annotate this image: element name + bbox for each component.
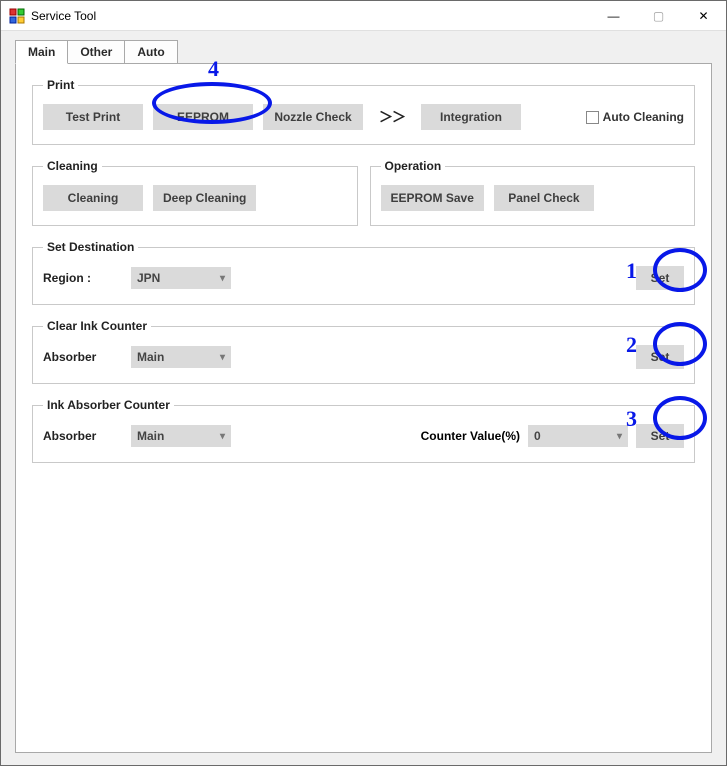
clear-ink-absorber-value: Main <box>137 350 164 364</box>
group-clear-ink-counter: Clear Ink Counter Absorber Main ▾ Set <box>32 319 695 384</box>
region-select[interactable]: JPN ▾ <box>131 267 231 289</box>
clear-ink-set-button[interactable]: Set <box>636 345 684 369</box>
arrow-icon: ＞＞ <box>373 107 411 127</box>
auto-cleaning-label: Auto Cleaning <box>603 110 684 124</box>
group-ink-absorber-legend: Ink Absorber Counter <box>43 398 174 412</box>
chevron-down-icon: ▾ <box>220 431 225 442</box>
clear-ink-absorber-label: Absorber <box>43 350 121 364</box>
checkbox-box <box>586 111 599 124</box>
ink-absorber-select[interactable]: Main ▾ <box>131 425 231 447</box>
titlebar: Service Tool — ▢ ✕ <box>1 1 726 31</box>
set-destination-set-button[interactable]: Set <box>636 266 684 290</box>
group-cleaning-legend: Cleaning <box>43 159 102 173</box>
group-print: Print Test Print EEPROM Nozzle Check ＞＞ … <box>32 78 695 145</box>
test-print-button[interactable]: Test Print <box>43 104 143 130</box>
counter-value-label: Counter Value(%) <box>421 429 520 443</box>
cleaning-button[interactable]: Cleaning <box>43 185 143 211</box>
app-window: Service Tool — ▢ ✕ Main Other Auto Print… <box>0 0 727 766</box>
group-print-legend: Print <box>43 78 78 92</box>
tab-other[interactable]: Other <box>67 40 125 64</box>
tab-main[interactable]: Main <box>15 40 68 64</box>
counter-value-value: 0 <box>534 429 541 443</box>
tabstrip: Main Other Auto <box>15 40 712 64</box>
close-button[interactable]: ✕ <box>681 1 726 31</box>
integration-button[interactable]: Integration <box>421 104 521 130</box>
group-cleaning: Cleaning Cleaning Deep Cleaning <box>32 159 358 226</box>
ink-absorber-set-button[interactable]: Set <box>636 424 684 448</box>
region-label: Region : <box>43 271 121 285</box>
group-operation-legend: Operation <box>381 159 446 173</box>
chevron-down-icon: ▾ <box>220 273 225 284</box>
group-set-destination-legend: Set Destination <box>43 240 138 254</box>
tab-page-main: Print Test Print EEPROM Nozzle Check ＞＞ … <box>15 63 712 753</box>
client-area: Main Other Auto Print Test Print EEPROM … <box>1 31 726 765</box>
region-select-value: JPN <box>137 271 160 285</box>
counter-value-select[interactable]: 0 ▾ <box>528 425 628 447</box>
group-ink-absorber-counter: Ink Absorber Counter Absorber Main ▾ Cou… <box>32 398 695 463</box>
group-clear-ink-legend: Clear Ink Counter <box>43 319 151 333</box>
chevron-down-icon: ▾ <box>617 431 622 442</box>
window-title: Service Tool <box>31 9 96 23</box>
clear-ink-absorber-select[interactable]: Main ▾ <box>131 346 231 368</box>
auto-cleaning-checkbox[interactable]: Auto Cleaning <box>586 110 684 124</box>
maximize-button: ▢ <box>636 1 681 31</box>
group-operation: Operation EEPROM Save Panel Check <box>370 159 696 226</box>
ink-absorber-label: Absorber <box>43 429 121 443</box>
minimize-button[interactable]: — <box>591 1 636 31</box>
eeprom-button[interactable]: EEPROM <box>153 104 253 130</box>
eeprom-save-button[interactable]: EEPROM Save <box>381 185 484 211</box>
nozzle-check-button[interactable]: Nozzle Check <box>263 104 363 130</box>
chevron-down-icon: ▾ <box>220 352 225 363</box>
group-set-destination: Set Destination Region : JPN ▾ Set <box>32 240 695 305</box>
panel-check-button[interactable]: Panel Check <box>494 185 594 211</box>
ink-absorber-value: Main <box>137 429 164 443</box>
deep-cleaning-button[interactable]: Deep Cleaning <box>153 185 256 211</box>
tab-auto[interactable]: Auto <box>124 40 177 64</box>
app-icon <box>9 8 25 24</box>
